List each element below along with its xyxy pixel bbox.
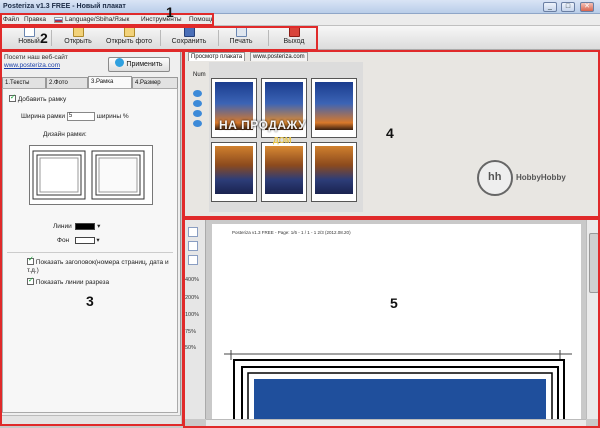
annotation-box-settings [0, 50, 184, 426]
maximize-button[interactable]: □ [561, 2, 575, 12]
title-bar: Posteriza v1.3 FREE - Новый плакат _ □ ✕ [0, 0, 600, 14]
annotation-box-menu [0, 13, 214, 26]
annotation-number-1: 1 [166, 4, 174, 20]
close-button[interactable]: ✕ [580, 2, 594, 12]
annotation-number-4: 4 [386, 125, 394, 141]
window-title: Posteriza v1.3 FREE - Новый плакат [3, 3, 126, 10]
annotation-number-5: 5 [390, 295, 398, 311]
annotation-number-3: 3 [86, 293, 94, 309]
annotation-box-pageview [183, 218, 600, 428]
annotation-number-2: 2 [40, 30, 48, 46]
minimize-button[interactable]: _ [543, 2, 557, 12]
